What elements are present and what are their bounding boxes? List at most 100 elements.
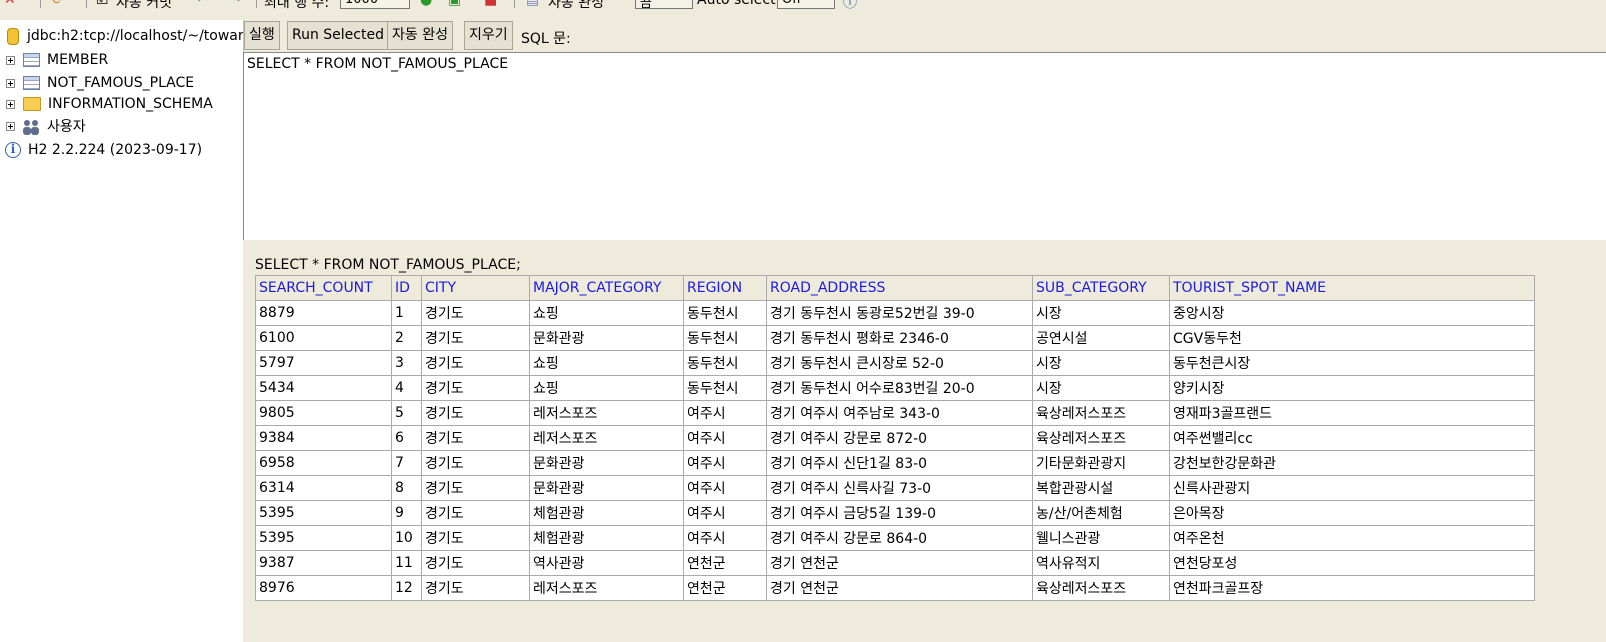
table-cell[interactable]: 문화관광 [529,475,684,501]
tree-item-member[interactable]: MEMBER [0,49,108,71]
table-cell[interactable]: 여주시 [683,450,767,476]
table-cell[interactable]: 경기도 [421,375,530,401]
tree-item-not-famous-place[interactable]: NOT_FAMOUS_PLACE [0,72,194,94]
table-cell[interactable]: 쇼핑 [529,300,684,326]
column-header[interactable]: CITY [421,275,530,301]
table-cell[interactable]: 6 [391,425,422,451]
table-cell[interactable]: 복합관광시설 [1032,475,1170,501]
table-cell[interactable]: 쇼핑 [529,350,684,376]
table-cell[interactable]: 여주온천 [1169,525,1535,551]
table-cell[interactable]: 9 [391,500,422,526]
auto-complete-select[interactable]: 끔 [635,0,693,11]
table-cell[interactable]: 중앙시장 [1169,300,1535,326]
table-cell[interactable]: 6100 [255,325,392,351]
table-cell[interactable]: 경기도 [421,575,530,601]
expand-icon[interactable] [6,78,15,88]
table-cell[interactable]: 역사유적지 [1032,550,1170,576]
table-cell[interactable]: 여주시 [683,425,767,451]
column-header[interactable]: MAJOR_CATEGORY [529,275,684,301]
table-cell[interactable]: 경기도 [421,550,530,576]
column-header[interactable]: SUB_CATEGORY [1032,275,1170,301]
table-cell[interactable]: 경기도 [421,450,530,476]
table-cell[interactable]: 여주시 [683,400,767,426]
table-cell[interactable]: 연천군 [683,550,767,576]
table-cell[interactable]: 경기 동두천시 큰시장로 52-0 [766,350,1033,376]
table-cell[interactable]: 경기도 [421,325,530,351]
table-cell[interactable]: 경기 여주시 금당5길 139-0 [766,500,1033,526]
table-cell[interactable]: 8 [391,475,422,501]
expand-icon[interactable] [6,99,15,109]
table-cell[interactable]: 경기도 [421,350,530,376]
run-button[interactable]: 실행 [244,21,280,50]
column-header[interactable]: SEARCH_COUNT [255,275,392,301]
table-cell[interactable]: 여주시 [683,525,767,551]
table-cell[interactable]: 시장 [1032,300,1170,326]
table-cell[interactable]: 8879 [255,300,392,326]
table-cell[interactable]: 경기 여주시 여주남로 343-0 [766,400,1033,426]
table-cell[interactable]: 여주시 [683,475,767,501]
table-cell[interactable]: 레저스포즈 [529,400,684,426]
table-cell[interactable]: 영재파3골프랜드 [1169,400,1535,426]
column-header[interactable]: TOURIST_SPOT_NAME [1169,275,1535,301]
table-cell[interactable]: 문화관광 [529,325,684,351]
table-cell[interactable]: 기타문화관광지 [1032,450,1170,476]
table-cell[interactable]: 동두천시 [683,325,767,351]
table-cell[interactable]: 경기 여주시 신단1길 83-0 [766,450,1033,476]
table-cell[interactable]: 신륵사관광지 [1169,475,1535,501]
expand-icon[interactable] [6,121,15,131]
table-cell[interactable]: 육상레저스포즈 [1032,425,1170,451]
table-cell[interactable]: 연천당포성 [1169,550,1535,576]
table-cell[interactable]: 여주썬밸리cc [1169,425,1535,451]
table-cell[interactable]: 시장 [1032,350,1170,376]
table-cell[interactable]: 웰니스관광 [1032,525,1170,551]
stop-icon[interactable]: ■ [484,0,497,8]
table-cell[interactable]: 연천군 [683,575,767,601]
table-cell[interactable]: 8976 [255,575,392,601]
table-cell[interactable]: 5434 [255,375,392,401]
table-cell[interactable]: 양키시장 [1169,375,1535,401]
run-selected-icon[interactable]: ▣ [448,0,461,8]
table-cell[interactable]: 경기도 [421,400,530,426]
table-cell[interactable]: 9387 [255,550,392,576]
column-header[interactable]: ROAD_ADDRESS [766,275,1033,301]
refresh-icon[interactable]: ⟳ [52,0,64,8]
table-cell[interactable]: 은아목장 [1169,500,1535,526]
table-cell[interactable]: 연천파크골프장 [1169,575,1535,601]
commit-icon[interactable]: ↷ [230,0,242,8]
run-selected-button[interactable]: Run Selected [287,21,389,50]
column-header[interactable]: REGION [683,275,767,301]
table-cell[interactable]: 경기 여주시 신륵사길 73-0 [766,475,1033,501]
table-cell[interactable]: 동두천시 [683,300,767,326]
table-cell[interactable]: 경기 연천군 [766,575,1033,601]
table-cell[interactable]: 경기도 [421,500,530,526]
auto-complete-button[interactable]: 자동 완성 [387,21,453,50]
table-cell[interactable]: 4 [391,375,422,401]
tree-connection[interactable]: jdbc:h2:tcp://localhost/~/toward [0,25,252,47]
table-cell[interactable]: 경기도 [421,425,530,451]
table-cell[interactable]: 경기 여주시 강문로 872-0 [766,425,1033,451]
table-cell[interactable]: 동두천시 [683,350,767,376]
table-cell[interactable]: 동두천큰시장 [1169,350,1535,376]
table-cell[interactable]: 11 [391,550,422,576]
table-cell[interactable]: 7 [391,450,422,476]
help-icon[interactable]: ⓘ [843,0,857,12]
table-cell[interactable]: 경기 연천군 [766,550,1033,576]
expand-icon[interactable] [6,55,15,65]
table-cell[interactable]: 경기 여주시 강문로 864-0 [766,525,1033,551]
table-cell[interactable]: 9805 [255,400,392,426]
table-cell[interactable]: 6958 [255,450,392,476]
table-cell[interactable]: 레저스포즈 [529,425,684,451]
table-cell[interactable]: 동두천시 [683,375,767,401]
max-rows-select[interactable]: 1000 [340,0,410,9]
table-cell[interactable]: 5797 [255,350,392,376]
table-cell[interactable]: 육상레저스포즈 [1032,575,1170,601]
table-cell[interactable]: 6314 [255,475,392,501]
run-icon[interactable]: ● [420,0,432,8]
table-cell[interactable]: 문화관광 [529,450,684,476]
table-cell[interactable]: 농/산/어촌체험 [1032,500,1170,526]
table-cell[interactable]: 체험관광 [529,500,684,526]
table-cell[interactable]: 경기 동두천시 평화로 2346-0 [766,325,1033,351]
tree-item-information-schema[interactable]: INFORMATION_SCHEMA [0,93,213,115]
table-cell[interactable]: 5395 [255,525,392,551]
table-cell[interactable]: 경기도 [421,525,530,551]
